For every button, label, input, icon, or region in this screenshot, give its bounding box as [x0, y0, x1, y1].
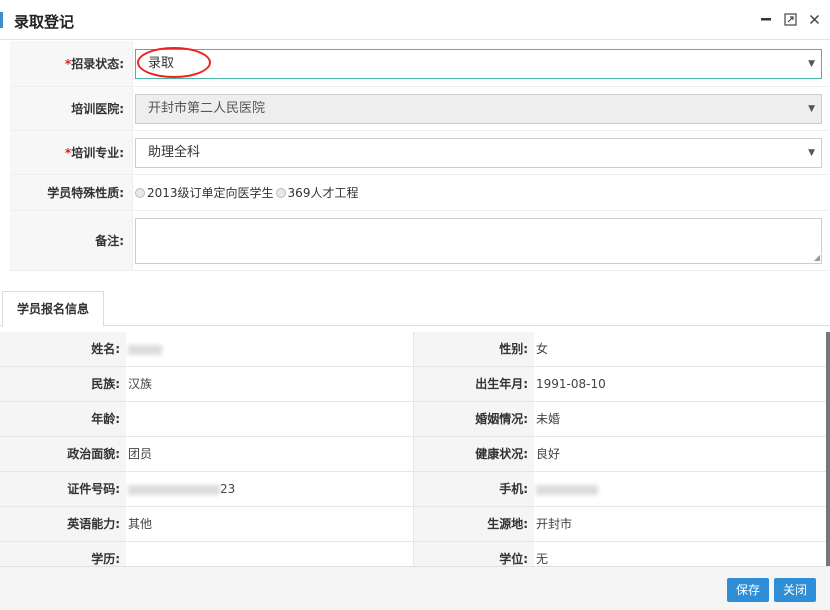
resize-grip-icon[interactable]: ◢	[814, 253, 820, 262]
dropdown-arrow-icon: ▼	[808, 58, 815, 69]
dropdown-arrow-icon: ▼	[808, 103, 815, 114]
english-value: 其他	[126, 507, 414, 541]
birth-value: 1991-08-10	[534, 367, 826, 401]
tab-applicant-info[interactable]: 学员报名信息	[2, 291, 104, 327]
table-row: 英语能力: 其他 生源地: 开封市	[0, 507, 826, 542]
redacted-block	[536, 484, 598, 495]
origin-value: 开封市	[534, 507, 826, 541]
row-hospital: 培训医院: 开封市第二人民医院 ▼	[10, 87, 828, 131]
marital-value: 未婚	[534, 402, 826, 436]
major-select[interactable]: 助理全科 ▼	[135, 137, 822, 168]
tab-bar: 学员报名信息	[0, 286, 830, 327]
table-row: 姓名: 性别: 女	[0, 332, 826, 367]
health-value: 良好	[534, 437, 826, 471]
political-value: 团员	[126, 437, 414, 471]
admission-form: * 招录状态: 录取 ▼ 培训医院: 开封市第二人民医院 ▼ * 培训专业: 助理全…	[10, 41, 828, 271]
name-value	[126, 332, 414, 366]
table-row: 年龄: 婚姻情况: 未婚	[0, 402, 826, 437]
ethnicity-value: 汉族	[126, 367, 414, 401]
minimize-icon[interactable]	[758, 10, 774, 28]
row-remark: 备注: ◢	[10, 211, 828, 271]
gender-value: 女	[534, 332, 826, 366]
age-value	[126, 402, 414, 436]
dialog-titlebar: 录取登记	[0, 0, 830, 40]
special-option-2[interactable]: 369人才工程	[275, 184, 358, 201]
close-icon[interactable]	[806, 10, 822, 28]
remark-label: 备注:	[95, 234, 124, 248]
title-accent	[0, 12, 3, 28]
window-controls	[758, 10, 822, 28]
idno-value: 23	[126, 472, 414, 506]
radio-button[interactable]	[135, 187, 145, 198]
close-button[interactable]: 关闭	[774, 578, 817, 602]
applicant-info-table: 姓名: 性别: 女 民族: 汉族 出生年月: 1991-08-10 年龄: 婚姻…	[0, 332, 826, 566]
hospital-select[interactable]: 开封市第二人民医院 ▼	[135, 93, 822, 124]
dialog-footer: 保存 关闭	[0, 566, 830, 610]
dialog-title: 录取登记	[14, 13, 75, 31]
dropdown-arrow-icon: ▼	[808, 147, 815, 158]
row-special: 学员特殊性质: 2013级订单定向医学生 369人才工程	[10, 175, 828, 211]
degree-value: 无	[534, 542, 826, 566]
redacted-block	[128, 344, 162, 355]
save-button[interactable]: 保存	[727, 578, 770, 602]
table-row: 证件号码: 23 手机:	[0, 472, 826, 507]
major-value: 助理全科	[148, 144, 201, 160]
phone-value	[534, 472, 826, 506]
radio-button[interactable]	[275, 187, 286, 198]
special-label: 学员特殊性质:	[47, 186, 124, 200]
special-option-1[interactable]: 2013级订单定向医学生	[135, 184, 274, 201]
table-row: 民族: 汉族 出生年月: 1991-08-10	[0, 367, 826, 402]
hospital-label: 培训医院:	[71, 102, 124, 116]
remark-textarea[interactable]: ◢	[135, 217, 822, 264]
major-label: * 培训专业:	[64, 145, 124, 161]
row-major: * 培训专业: 助理全科 ▼	[10, 131, 828, 175]
table-row: 政治面貌: 团员 健康状况: 良好	[0, 437, 826, 472]
maximize-icon[interactable]	[782, 10, 798, 28]
row-status: * 招录状态: 录取 ▼	[10, 41, 828, 87]
status-label: * 招录状态:	[64, 56, 124, 72]
highlight-circle	[137, 46, 211, 78]
scrollbar[interactable]	[826, 332, 830, 566]
status-select[interactable]: 录取 ▼	[135, 46, 822, 79]
hospital-value: 开封市第二人民医院	[148, 100, 266, 116]
education-value	[126, 542, 414, 566]
table-row: 学历: 学位: 无	[0, 542, 826, 566]
redacted-block	[128, 484, 220, 495]
